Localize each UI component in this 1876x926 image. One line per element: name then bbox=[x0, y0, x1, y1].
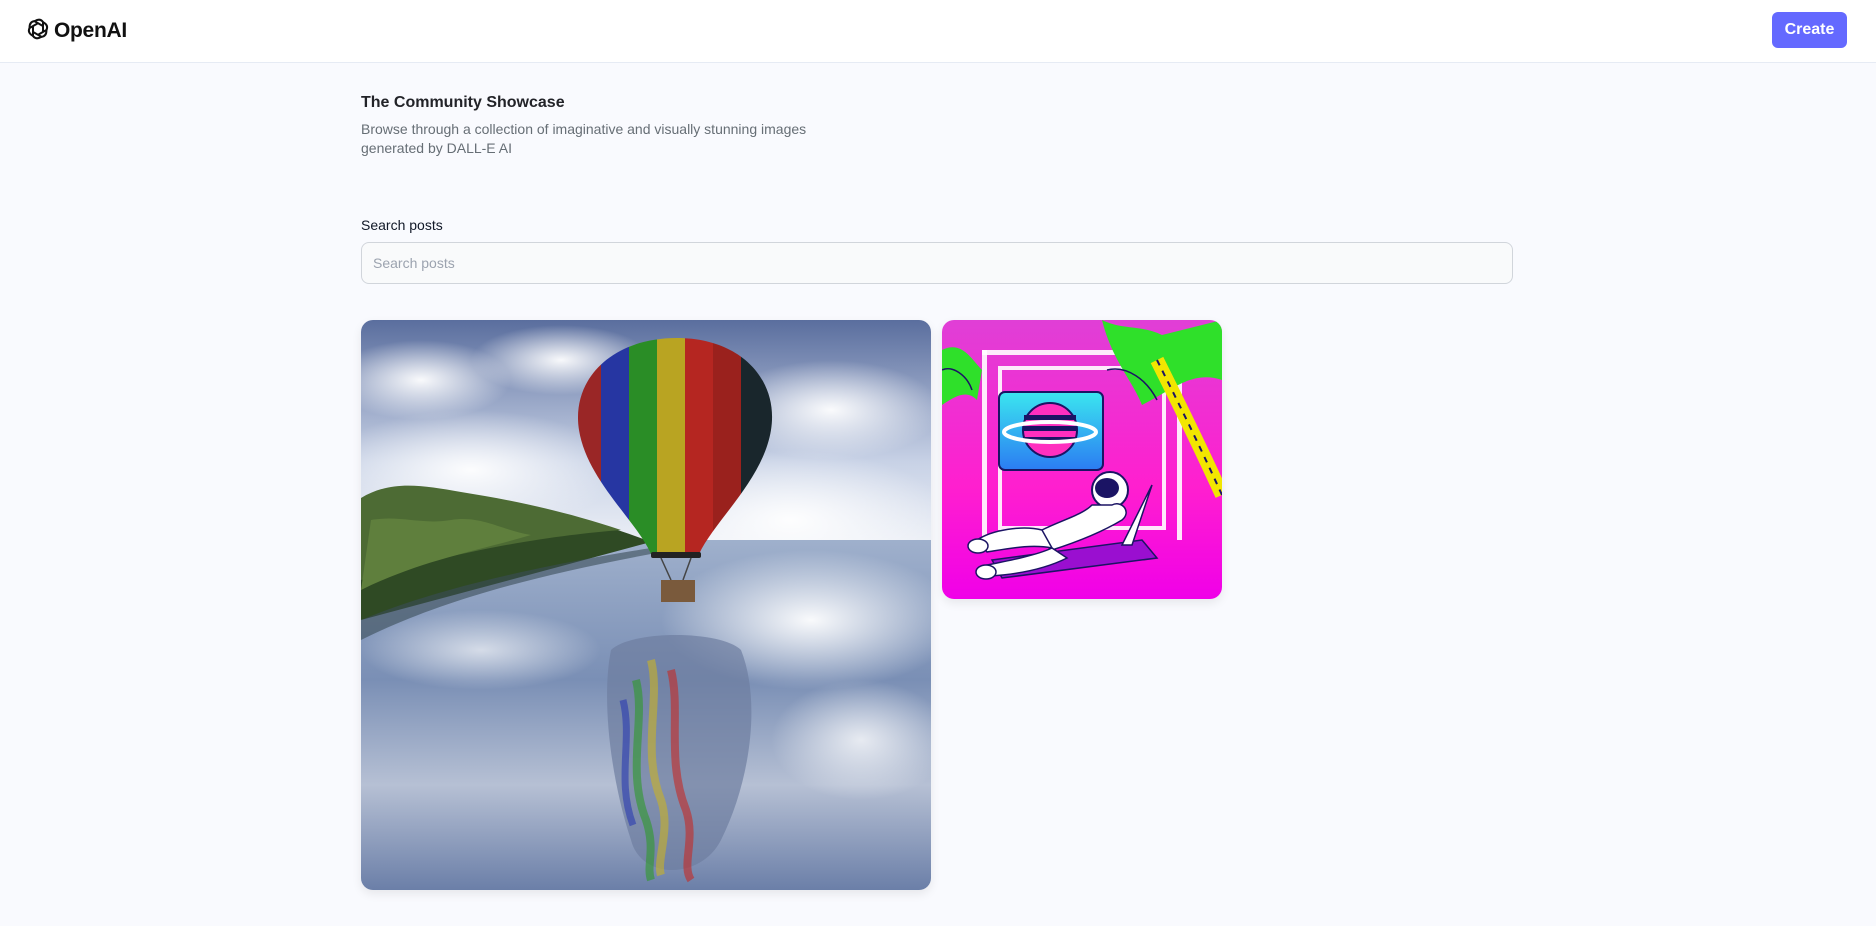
post-card-astronaut[interactable] bbox=[942, 320, 1222, 599]
search-input[interactable] bbox=[361, 242, 1513, 284]
search-label: Search posts bbox=[361, 217, 443, 233]
logo-text: OpenAI bbox=[54, 19, 127, 42]
create-button[interactable]: Create bbox=[1772, 12, 1847, 48]
openai-logo-icon bbox=[25, 16, 51, 47]
astronaut-image bbox=[942, 320, 1222, 599]
openai-logo[interactable]: OpenAI bbox=[25, 17, 127, 45]
page-title: The Community Showcase bbox=[361, 94, 565, 111]
balloon-image bbox=[361, 320, 931, 890]
top-nav: OpenAI Create bbox=[0, 0, 1876, 63]
post-card-balloon[interactable] bbox=[361, 320, 931, 890]
page-subtitle: Browse through a collection of imaginati… bbox=[361, 121, 807, 156]
